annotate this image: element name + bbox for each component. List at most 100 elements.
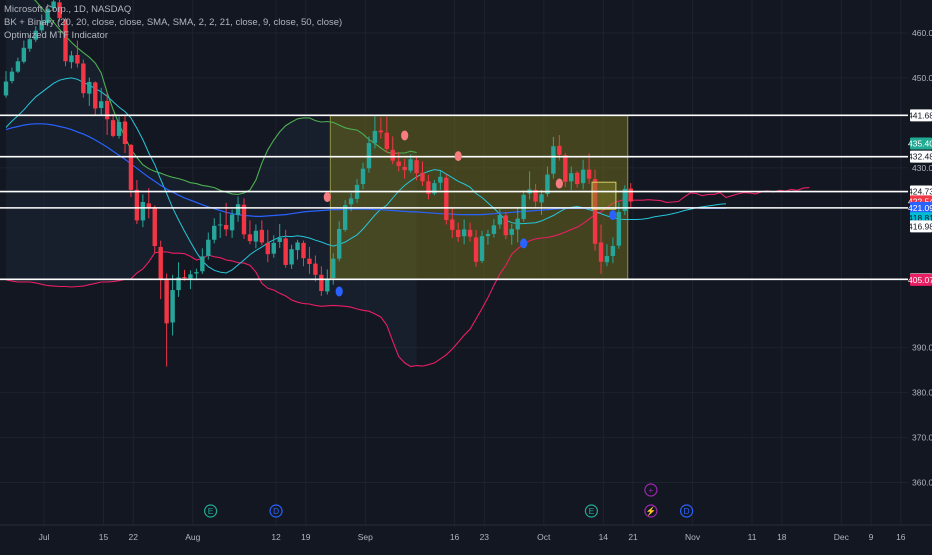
earnings-event-glyph: E — [589, 506, 595, 516]
candle-body[interactable] — [557, 145, 562, 155]
candle-body[interactable] — [194, 272, 199, 274]
candle-body[interactable] — [575, 172, 580, 185]
candle-body[interactable] — [295, 242, 300, 251]
candle-body[interactable] — [509, 228, 514, 235]
candle-body[interactable] — [521, 194, 526, 220]
candle-body[interactable] — [289, 249, 294, 265]
candle-body[interactable] — [307, 258, 312, 265]
candle-body[interactable] — [152, 208, 157, 247]
candle-body[interactable] — [277, 237, 282, 243]
candle-body[interactable] — [604, 255, 610, 263]
candle-body[interactable] — [253, 230, 259, 242]
candle-body[interactable] — [438, 176, 443, 183]
small-range-box[interactable] — [591, 181, 617, 210]
candle-body[interactable] — [408, 159, 413, 171]
candle-body[interactable] — [491, 225, 497, 234]
candle-body[interactable] — [325, 278, 330, 292]
candle-body[interactable] — [337, 228, 342, 259]
candle-body[interactable] — [170, 290, 175, 323]
candle-body[interactable] — [223, 224, 229, 230]
candle-body[interactable] — [301, 242, 306, 259]
candle-body[interactable] — [384, 132, 389, 149]
candle-body[interactable] — [206, 239, 211, 256]
candle-body[interactable] — [259, 229, 265, 243]
price-chart[interactable]: 460.00 450.00 430.00 390.00 380.00 370.00 360.… — [0, 0, 932, 550]
candle-body[interactable] — [87, 81, 92, 94]
candle-body[interactable] — [616, 211, 622, 246]
candle-body[interactable] — [402, 166, 407, 171]
candle-body[interactable] — [116, 121, 122, 136]
candle-body[interactable] — [15, 61, 21, 72]
candle-body[interactable] — [93, 82, 98, 109]
candle-body[interactable] — [479, 236, 485, 261]
candle-body[interactable] — [235, 204, 241, 216]
candle-body[interactable] — [271, 242, 276, 254]
candle-body[interactable] — [75, 54, 80, 64]
candle-body[interactable] — [218, 224, 223, 226]
candle-body[interactable] — [110, 120, 116, 136]
candle-body[interactable] — [313, 263, 318, 275]
candle-body[interactable] — [348, 198, 354, 205]
dividend-event-glyph: D — [684, 506, 690, 516]
candle-body[interactable] — [563, 155, 568, 182]
candle-body[interactable] — [342, 205, 348, 230]
candle-body[interactable] — [164, 280, 169, 324]
candle-body[interactable] — [610, 246, 616, 256]
candle-body[interactable] — [366, 143, 372, 169]
indicator-bk-binary[interactable]: BK + Binary (20, 20, close, close, SMA, … — [4, 16, 342, 29]
candle-body[interactable] — [241, 204, 247, 235]
candle-body[interactable] — [9, 71, 15, 82]
candle-body[interactable] — [158, 246, 163, 280]
candle-body[interactable] — [539, 194, 544, 203]
candle-body[interactable] — [319, 274, 324, 292]
candle-body[interactable] — [586, 169, 592, 179]
candle-body[interactable] — [99, 101, 104, 109]
candle-body[interactable] — [134, 189, 140, 221]
candle-body[interactable] — [461, 229, 467, 237]
candle-body[interactable] — [456, 229, 461, 238]
chart-stage[interactable]: 460.00 450.00 430.00 390.00 380.00 370.00 360.… — [0, 0, 932, 550]
candle-body[interactable] — [390, 149, 395, 161]
candle-body[interactable] — [485, 233, 491, 237]
candle-body[interactable] — [420, 172, 425, 182]
candle-body[interactable] — [467, 229, 473, 237]
indicator-mtf[interactable]: Optimized MTF Indicator — [4, 29, 342, 42]
candle-body[interactable] — [122, 121, 128, 144]
candle-body[interactable] — [229, 214, 235, 231]
candle-body[interactable] — [265, 242, 270, 255]
candle-body[interactable] — [396, 161, 401, 167]
candle-body[interactable] — [450, 219, 455, 230]
candle-body[interactable] — [104, 100, 110, 120]
candle-body[interactable] — [598, 242, 604, 262]
candle-body[interactable] — [182, 277, 187, 279]
time-axis-label: Aug — [185, 532, 200, 542]
candle-body[interactable] — [473, 237, 479, 262]
split-event-glyph: + — [648, 485, 653, 495]
candle-body[interactable] — [247, 234, 253, 242]
candle-body[interactable] — [140, 201, 146, 221]
candle-body[interactable] — [200, 256, 205, 272]
candle-body[interactable] — [69, 55, 74, 63]
candle-body[interactable] — [444, 177, 449, 220]
candle-body[interactable] — [360, 168, 366, 185]
candle-body[interactable] — [128, 144, 134, 190]
candle-body[interactable] — [212, 225, 217, 240]
candle-body[interactable] — [283, 238, 288, 265]
candle-body[interactable] — [188, 274, 193, 279]
candle-body[interactable] — [331, 258, 336, 278]
candle-body[interactable] — [378, 130, 384, 133]
price-axis-label: 430.00 — [912, 163, 932, 173]
candle-body[interactable] — [81, 63, 86, 94]
candle-body[interactable] — [503, 215, 508, 236]
signal-dot-blue — [520, 238, 528, 249]
candle-body[interactable] — [551, 146, 556, 174]
candle-body[interactable] — [372, 130, 378, 144]
candle-body[interactable] — [628, 188, 633, 202]
candle-body[interactable] — [21, 47, 27, 62]
candle-body[interactable] — [414, 160, 419, 174]
candle-body[interactable] — [497, 215, 503, 225]
candle-body[interactable] — [515, 218, 520, 230]
candle-body[interactable] — [580, 169, 586, 184]
candle-body[interactable] — [3, 81, 9, 96]
candle-body[interactable] — [569, 173, 574, 182]
